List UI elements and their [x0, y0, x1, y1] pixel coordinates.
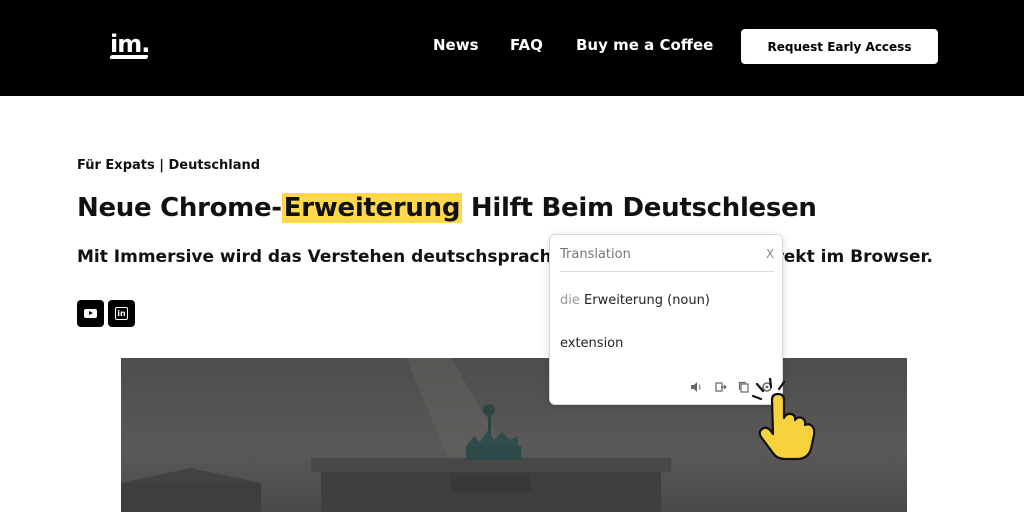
popup-title: Translation	[560, 247, 631, 262]
word-article: die	[560, 293, 580, 308]
subtitle-end: irekt im Browser.	[769, 247, 933, 267]
popup-close-button[interactable]: X	[766, 247, 774, 261]
source-word: die Erweiterung (noun)	[560, 293, 710, 308]
request-access-button[interactable]: Request Early Access	[741, 29, 938, 64]
nav-news-link[interactable]: News	[433, 36, 479, 54]
nav-faq-link[interactable]: FAQ	[510, 36, 543, 54]
linkedin-button[interactable]: in	[108, 300, 135, 327]
nav-coffee-link[interactable]: Buy me a Coffee	[576, 36, 713, 54]
export-icon[interactable]	[715, 381, 727, 393]
highlighted-word[interactable]: Erweiterung	[281, 193, 463, 223]
title-part-after: Hilft Beim Deutschlesen	[462, 193, 817, 223]
word-lemma: Erweiterung (noun)	[584, 293, 710, 308]
popup-divider	[560, 271, 774, 272]
translation-text: extension	[560, 336, 624, 351]
article-subtitle: Mit Immersive wird das Verstehen deutsch…	[77, 247, 947, 267]
youtube-icon	[84, 309, 97, 318]
speaker-icon[interactable]	[690, 381, 702, 393]
site-logo[interactable]: im.	[110, 30, 150, 58]
youtube-button[interactable]	[77, 300, 104, 327]
subtitle-start: Mit Immersive wird das Verstehen deutsch…	[77, 247, 558, 267]
linkedin-icon: in	[115, 307, 128, 320]
logo-swoosh	[109, 55, 149, 59]
article-title: Neue Chrome-Erweiterung Hilft Beim Deuts…	[77, 193, 817, 223]
article-kicker: Für Expats | Deutschland	[77, 158, 261, 173]
site-header: im. News FAQ Buy me a Coffee Request Ear…	[0, 0, 1024, 96]
pointing-hand-cursor-icon	[751, 378, 816, 461]
title-part-before: Neue Chrome-	[77, 193, 282, 223]
